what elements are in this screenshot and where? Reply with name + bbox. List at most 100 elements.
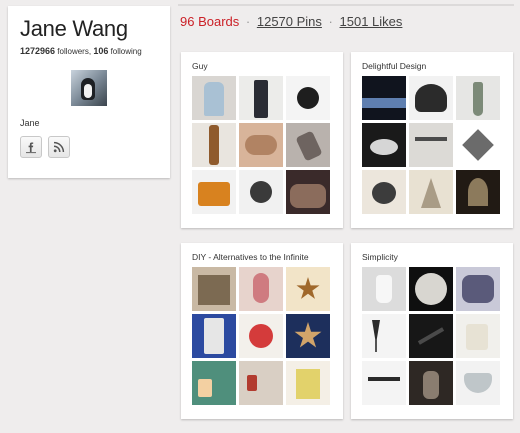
thumbnail-image-shape [462,275,494,303]
thumbnail-image-shape [245,135,277,155]
board-thumbnail-glass-bowl[interactable] [456,361,500,405]
board-thumbnail-ceramic-vase[interactable] [456,76,500,120]
board-thumbnail-white-mug[interactable] [456,314,500,358]
board-thumbnail-paper-lamp[interactable] [239,267,283,311]
rss-icon [53,141,65,153]
board-thumbnail-desk-lamp[interactable] [409,314,453,358]
boards-link[interactable]: 96 Boards [180,14,239,29]
board-thumbnail-wooden-bench[interactable] [362,361,406,405]
board-thumbnails [362,267,500,405]
social-links [20,136,158,158]
board-thumbnail-yellow-book[interactable] [286,361,330,405]
thumbnail-image-shape [250,181,272,203]
profile-summary: 96 Boards · 12570 Pins · 1501 Likes [180,14,402,29]
board-thumbnail-dot-calendar[interactable] [239,314,283,358]
thumbnail-image-shape [294,322,322,348]
board-thumbnail-blue-star-tiles[interactable] [286,314,330,358]
board-thumbnail-grey-pillow[interactable] [456,123,500,167]
profile-stats: 1272966 followers, 106 following [20,46,158,56]
profile-first-name: Jane [20,118,40,128]
board-thumbnail-red-jars[interactable] [239,361,283,405]
facebook-button[interactable] [20,136,42,158]
thumbnail-image-shape [204,318,224,354]
board-thumbnail-round-wristwatch[interactable] [239,170,283,214]
profile-name: Jane Wang [20,16,128,41]
rss-button[interactable] [48,136,70,158]
thumbnail-image-shape [415,137,447,141]
thumbnail-image-shape [464,373,492,393]
board-thumbnail-paper-fan[interactable] [409,170,453,214]
following-label[interactable]: following [111,47,142,56]
board-thumbnail-desk-clutter[interactable] [286,170,330,214]
board-thumbnail-short-sleeve-shirt[interactable] [192,76,236,120]
board-thumbnail-painted-mugs[interactable] [192,361,236,405]
board-thumbnails [192,267,330,405]
board-thumbnail-dark-trousers[interactable] [239,76,283,120]
board-thumbnail-patterned-bowl[interactable] [409,76,453,120]
thumbnail-image-shape [209,125,219,165]
board-thumbnail-framed-poster[interactable] [456,170,500,214]
thumbnail-image-shape [473,82,483,116]
board-delightful-design[interactable]: Delightful Design [351,52,513,228]
thumbnail-image-shape [296,369,320,399]
thumbnail-image-shape [297,87,319,109]
followers-label[interactable]: followers, [57,47,91,56]
board-thumbnails [192,76,330,214]
board-thumbnail-rounded-tray[interactable] [456,267,500,311]
thumbnail-image-shape [204,82,224,116]
summary-separator: · [245,14,251,29]
thumbnail-image-shape [372,182,396,204]
board-title[interactable]: Simplicity [362,252,398,262]
thumbnail-image-shape [468,178,488,206]
thumbnail-image-shape [247,375,257,391]
board-thumbnail-bird-toy[interactable] [362,170,406,214]
board-thumbnail-round-disc[interactable] [409,267,453,311]
board-thumbnail-white-pitcher[interactable] [362,267,406,311]
board-title[interactable]: Guy [192,61,208,71]
thumbnail-image-shape [368,377,400,381]
board-thumbnail-book-shelf[interactable] [192,267,236,311]
thumbnail-image-shape [198,182,230,206]
board-thumbnail-night-building[interactable] [362,76,406,120]
board-thumbnail-leather-watch-strap[interactable] [192,123,236,167]
board-title[interactable]: DIY - Alternatives to the Infinite [192,252,309,262]
board-thumbnail-cardboard-star[interactable] [286,267,330,311]
board-simplicity[interactable]: Simplicity [351,243,513,419]
avatar[interactable] [71,70,107,106]
thumbnail-image-shape [423,371,439,399]
thumbnail-image-shape [462,129,494,161]
board-guy[interactable]: Guy [181,52,343,228]
pins-link[interactable]: 12570 Pins [257,14,322,29]
likes-link[interactable]: 1501 Likes [340,14,403,29]
board-thumbnail-hands-photo[interactable] [239,123,283,167]
thumbnail-image-shape [198,379,212,397]
board-thumbnail-dark-vessel[interactable] [409,361,453,405]
board-thumbnail-jeans-legs[interactable] [192,314,236,358]
thumbnail-image-shape [421,178,441,208]
thumbnail-image-shape [372,320,380,352]
thumbnail-image-shape [415,273,447,305]
board-thumbnail-glass-table[interactable] [409,123,453,167]
board-thumbnails [362,76,500,214]
board-diy-alternatives[interactable]: DIY - Alternatives to the Infinite [181,243,343,419]
avatar-penguin-belly [84,84,92,98]
board-thumbnail-smartphone[interactable] [286,123,330,167]
following-count[interactable]: 106 [93,46,108,56]
profile-card: Jane Wang 1272966 followers, 106 followi… [8,6,170,178]
board-title[interactable]: Delightful Design [362,61,426,71]
board-thumbnail-wine-glasses[interactable] [362,314,406,358]
thumbnail-image-shape [376,275,392,303]
thumbnail-image-shape [417,327,445,345]
thumbnail-image-shape [290,184,326,208]
facebook-icon [26,142,36,154]
board-thumbnail-orange-leather-bag[interactable] [192,170,236,214]
thumbnail-image-shape [249,324,273,348]
thumbnail-image-shape [370,139,398,155]
thumbnail-image-shape [466,324,488,350]
board-thumbnail-wall-clock[interactable] [286,76,330,120]
followers-count[interactable]: 1272966 [20,46,55,56]
board-thumbnail-bird-ornament[interactable] [362,123,406,167]
thumbnail-image-shape [295,130,323,162]
thumbnail-image-shape [253,273,269,303]
thumbnail-image-shape [415,84,447,112]
